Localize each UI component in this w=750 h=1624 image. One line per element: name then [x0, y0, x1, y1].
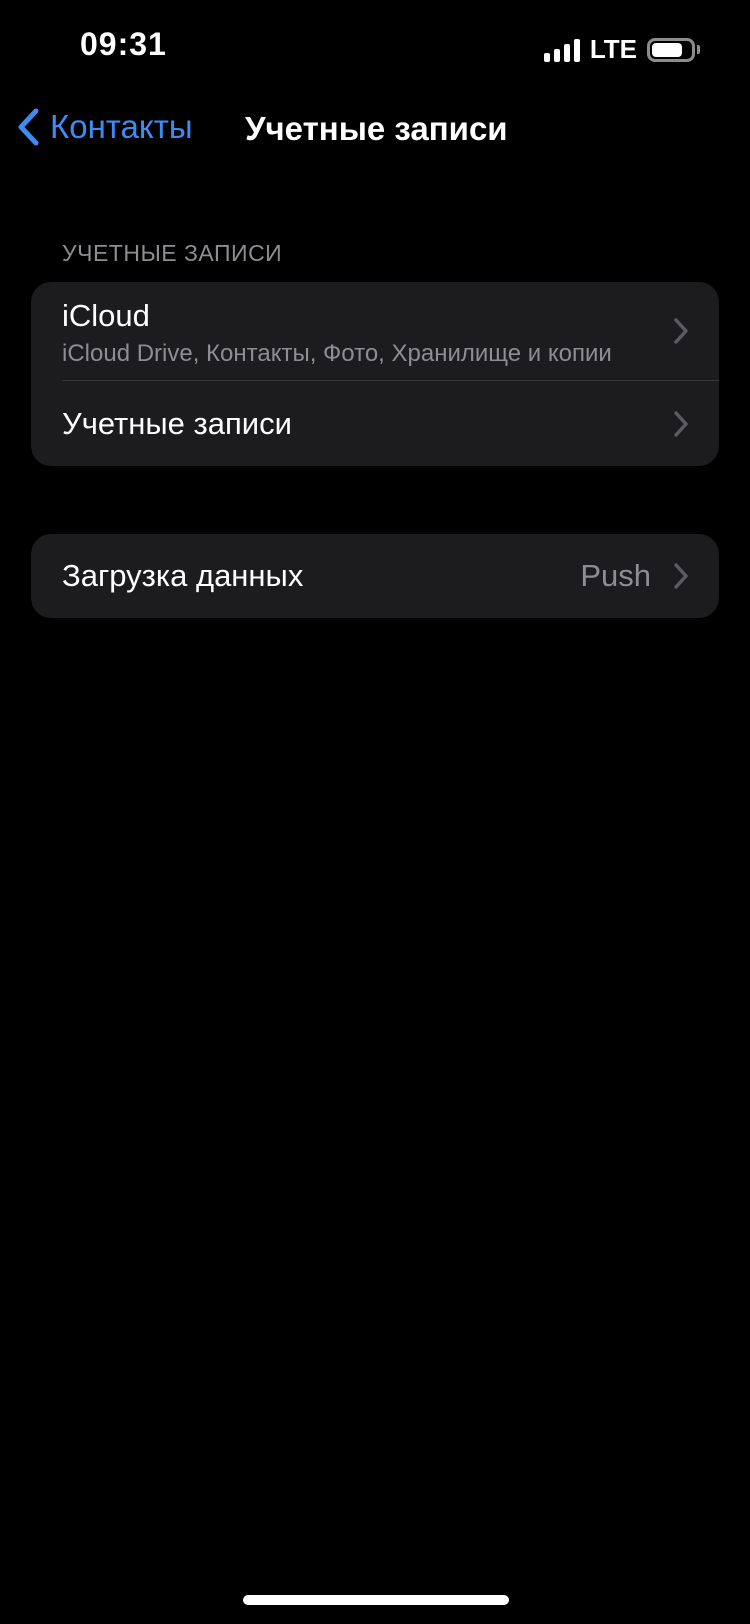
chevron-left-icon [18, 108, 39, 146]
icloud-title: iCloud [62, 298, 150, 333]
icloud-subtitle: iCloud Drive, Контакты, Фото, Хранилище … [62, 340, 612, 367]
section-header: УЧЕТНЫЕ ЗАПИСИ [62, 240, 283, 266]
signal-icon [543, 38, 580, 62]
home-indicator[interactable] [243, 1595, 509, 1605]
chevron-right-icon [674, 318, 688, 344]
back-label: Контакты [50, 108, 193, 145]
back-button[interactable]: Контакты [16, 108, 193, 146]
fetch-group: Загрузка данных Push [31, 534, 719, 618]
fetch-data-row[interactable]: Загрузка данных Push [31, 534, 719, 618]
chevron-right-icon [674, 410, 688, 437]
accounts-title: Учетные записи [62, 405, 292, 441]
accounts-row[interactable]: Учетные записи [31, 381, 719, 466]
fetch-data-value: Push [580, 558, 651, 593]
chevron-right-icon [674, 563, 688, 589]
battery-icon [647, 37, 700, 62]
status-time: 09:31 [80, 26, 167, 62]
page-title: Учетные записи [245, 110, 508, 147]
icloud-row[interactable]: iCloud iCloud Drive, Контакты, Фото, Хра… [31, 282, 719, 380]
accounts-group: iCloud iCloud Drive, Контакты, Фото, Хра… [31, 282, 719, 466]
fetch-data-title: Загрузка данных [62, 558, 304, 593]
network-type: LTE [589, 34, 637, 64]
status-right: LTE [543, 34, 700, 65]
